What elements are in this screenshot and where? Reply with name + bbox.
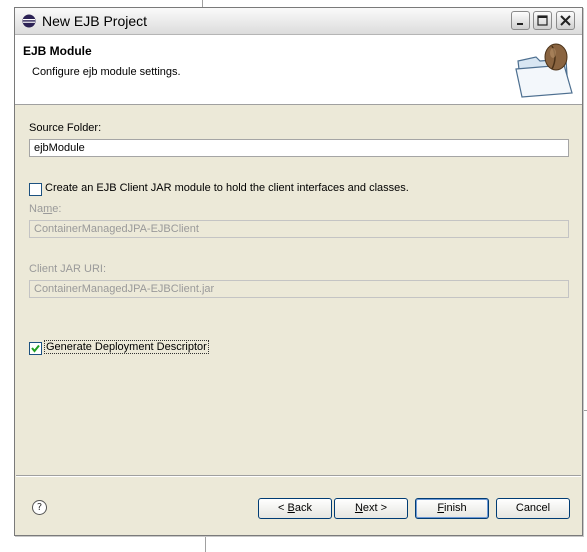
button-bar-separator <box>16 475 581 477</box>
back-button[interactable]: < Back <box>258 498 332 519</box>
next-button[interactable]: Next > <box>334 498 408 519</box>
source-folder-label: Source Folder: <box>29 122 102 134</box>
background-divider-bottom <box>205 534 206 552</box>
close-button[interactable] <box>556 11 575 30</box>
cancel-button[interactable]: Cancel <box>496 498 570 519</box>
maximize-icon <box>537 15 548 26</box>
eclipse-icon <box>22 14 36 28</box>
maximize-button[interactable] <box>533 11 552 30</box>
wizard-content: Source Folder: ejbModule Create an EJB C… <box>15 105 582 475</box>
client-uri-input[interactable]: ContainerManagedJPA-EJBClient.jar <box>29 280 569 298</box>
wizard-header: EJB Module Configure ejb module settings… <box>15 35 582 105</box>
folder-bean-icon <box>515 43 573 98</box>
title-bar[interactable]: New EJB Project <box>15 8 582 35</box>
client-uri-label: Client JAR URI: <box>29 263 107 275</box>
page-description: Configure ejb module settings. <box>32 66 181 78</box>
name-input[interactable]: ContainerManagedJPA-EJBClient <box>29 220 569 238</box>
window-title: New EJB Project <box>42 13 148 29</box>
name-label: Name: <box>29 203 62 215</box>
page-title: EJB Module <box>23 44 92 58</box>
source-folder-input[interactable]: ejbModule <box>29 139 569 157</box>
create-client-checkbox[interactable] <box>29 183 42 196</box>
minimize-button[interactable] <box>511 11 530 30</box>
finish-button[interactable]: Finish <box>415 498 489 519</box>
help-icon[interactable]: ? <box>32 500 47 515</box>
dialog-window: New EJB Project EJB Module Configure ejb… <box>14 7 583 536</box>
create-client-label: Create an EJB Client JAR module to hold … <box>45 182 409 194</box>
close-icon <box>560 15 571 26</box>
generate-dd-label: Generate Deployment Descriptor <box>44 340 209 354</box>
generate-dd-checkbox[interactable] <box>29 342 42 355</box>
checkmark-icon <box>31 344 40 353</box>
background-divider-top <box>202 0 203 7</box>
minimize-icon <box>517 23 523 25</box>
